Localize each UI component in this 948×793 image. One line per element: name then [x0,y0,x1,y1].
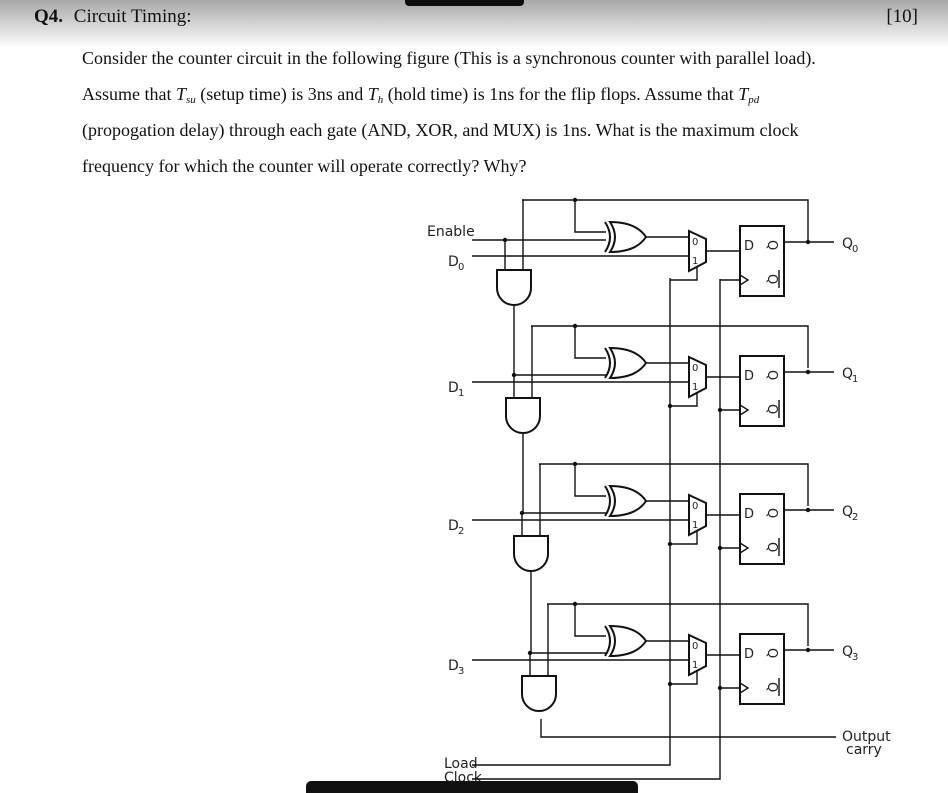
xor-input-wire [574,326,606,359]
d-input-subscript: 3 [458,666,464,677]
flip-flop [739,225,785,297]
feedback-wire [547,603,809,646]
mux-input-1-label: 1 [692,520,698,531]
junction-dot [717,545,723,551]
xor-gate-back-arc [604,347,611,379]
flip-flop [739,355,785,427]
output-carry-label-2: carry [846,742,882,758]
output-carry-wire [540,719,836,738]
ff-d-label: D [744,239,754,254]
xor-gate [608,220,648,254]
ff-q-label: Q [764,370,779,380]
counter-stages: D 001D QQQ0D 101D QQQ1D 201D QQQ2D 301D QQQ3 [448,197,858,712]
redaction-bar-bottom [306,781,638,793]
enable-label: Enable [427,224,475,240]
mux-input-0-label: 0 [692,363,698,374]
counter-circuit-diagram: Enable Load Clock Output carry D 001D QQQ0… [427,197,891,786]
mux-input-1-label: 1 [692,660,698,671]
junction-dot [667,681,673,687]
q-output-subscript: 2 [852,512,858,523]
flip-flop [739,493,785,565]
junction-dot [805,647,811,653]
mux-input-0-label: 0 [692,501,698,512]
ff-qbar-label: Q [764,682,779,692]
clock-wire [472,279,721,780]
ff-q-label: Q [764,648,779,658]
and-gate [521,675,557,712]
ff-qbar-label: Q [764,274,779,284]
mux-input-1-label: 1 [692,256,698,267]
junction-dot [717,407,723,413]
xor-input-wire [574,604,606,637]
ff-qbar-label: Q [764,404,779,414]
ff-d-label: D [744,647,754,662]
ff-clock-triangle [739,274,750,286]
ff-clock-triangle [739,542,750,554]
d-input-subscript: 1 [458,388,464,399]
xor-gate [608,624,648,658]
q-output-subscript: 3 [852,652,858,663]
junction-dot [805,507,811,513]
ff-clock-triangle [739,682,750,694]
ff-d-label: D [744,369,754,384]
mux-input-1-label: 1 [692,382,698,393]
xor-input-wire [574,464,606,497]
q-output-subscript: 1 [852,374,858,385]
junction-dot [805,369,811,375]
ff-clock-triangle [739,404,750,416]
and-gate [496,269,532,306]
and-gate [505,397,541,434]
junction-dot [502,237,508,243]
junction-dot [717,685,723,691]
and-gate [513,535,549,572]
xor-gate-back-arc [604,625,611,657]
ff-q-label: Q [764,508,779,518]
xor-gate [608,484,648,518]
junction-dot [805,239,811,245]
d-input-subscript: 0 [458,262,464,273]
junction-dot [667,541,673,547]
xor-input-wire [574,200,606,233]
mux-input-0-label: 0 [692,641,698,652]
ff-d-label: D [744,507,754,522]
q-output-subscript: 0 [852,244,858,255]
feedback-wire [522,199,809,242]
load-wire [472,278,671,766]
d-input-subscript: 2 [458,526,464,537]
xor-gate-back-arc [604,221,611,253]
feedback-wire [539,463,809,506]
mux-input-0-label: 0 [692,237,698,248]
ff-qbar-label: Q [764,542,779,552]
ff-q-label: Q [764,240,779,250]
junction-dot [667,403,673,409]
xor-gate-back-arc [604,485,611,517]
xor-gate [608,346,648,380]
flip-flop [739,633,785,705]
